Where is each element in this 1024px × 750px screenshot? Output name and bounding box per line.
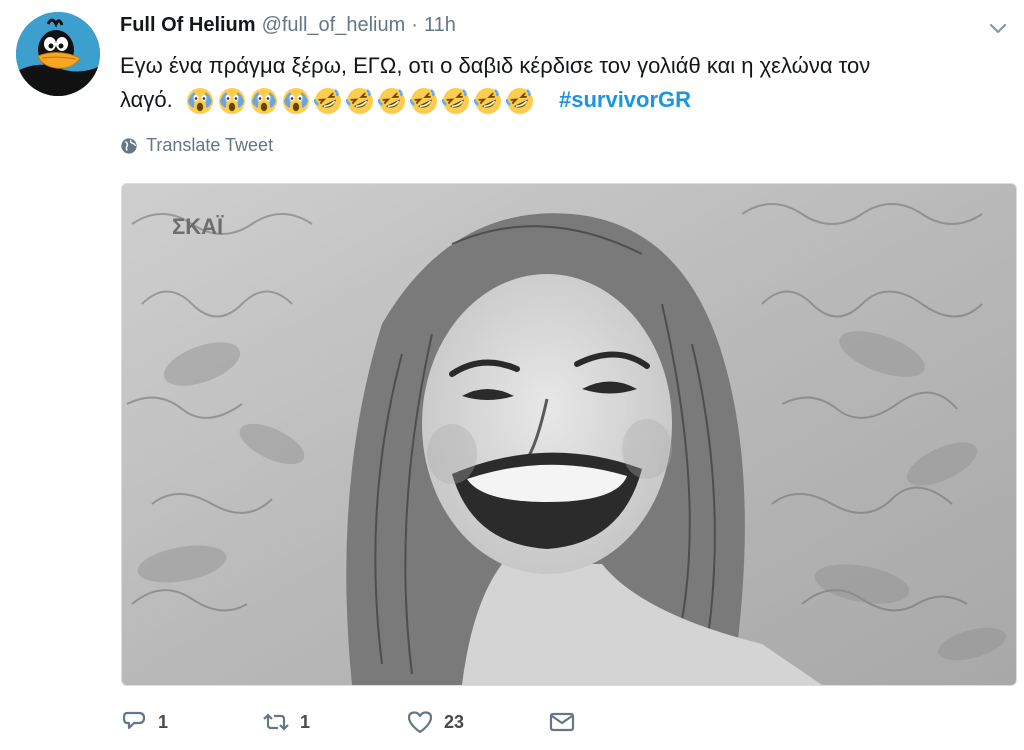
tweet-actions: 1 1 23: [120, 708, 1020, 742]
like-count: 23: [444, 711, 465, 732]
rofl-emoji-icon: [409, 88, 437, 115]
tweet-card: Full Of Helium @full_of_helium · 11h Εγω…: [0, 0, 1024, 750]
translate-tweet-link[interactable]: Translate Tweet: [120, 135, 273, 156]
tweet-text: Εγω ένα πράγμα ξέρω, ΕΓΩ, οτι ο δαβιδ κέ…: [120, 49, 1000, 117]
reply-count: 1: [158, 711, 169, 732]
rofl-emoji-icon: [345, 88, 373, 115]
emoji-row: [185, 86, 535, 116]
timestamp[interactable]: 11h: [424, 14, 456, 37]
scream-emoji-icon: [186, 88, 213, 115]
like-action[interactable]: 23: [406, 708, 464, 736]
scream-emoji-icon: [218, 88, 245, 115]
retweet-count: 1: [300, 711, 311, 732]
tweet-text-line-2: λαγό. #survivorGR: [120, 83, 1000, 117]
rofl-emoji-icon: [505, 88, 533, 115]
tweet-text-line-2-words: λαγό.: [120, 87, 173, 112]
envelope-icon: [549, 712, 575, 732]
scream-emoji-icon: [250, 88, 277, 115]
hashtag-link[interactable]: #survivorGR: [559, 87, 691, 112]
user-handle[interactable]: @full_of_helium: [262, 14, 406, 37]
rofl-emoji-icon: [473, 88, 501, 115]
reply-action[interactable]: 1: [120, 708, 168, 736]
tweet-media-photo[interactable]: ΣΚΑΪ: [121, 183, 1017, 686]
avatar[interactable]: [16, 12, 100, 96]
scream-emoji-icon: [282, 88, 309, 115]
globe-icon: [121, 137, 137, 154]
heart-icon: [407, 711, 433, 734]
reply-icon: [122, 711, 146, 730]
chevron-down-icon[interactable]: [986, 16, 1010, 40]
display-name[interactable]: Full Of Helium: [120, 14, 256, 37]
retweet-action[interactable]: 1: [262, 708, 310, 736]
direct-message-action[interactable]: [548, 708, 576, 736]
sketch-portrait-image: ΣΚΑΪ: [122, 184, 1016, 685]
retweet-icon: [263, 713, 289, 731]
rofl-emoji-icon: [441, 88, 469, 115]
separator-dot: ·: [411, 14, 418, 36]
daffy-duck-avatar-icon: [16, 12, 100, 96]
tweet-text-line-1: Εγω ένα πράγμα ξέρω, ΕΓΩ, οτι ο δαβιδ κέ…: [120, 53, 871, 78]
rofl-emoji-icon: [377, 88, 405, 115]
media-watermark: ΣΚΑΪ: [172, 214, 224, 239]
translate-label: Translate Tweet: [146, 135, 274, 155]
rofl-emoji-icon: [313, 88, 341, 115]
tweet-header: Full Of Helium @full_of_helium · 11h: [120, 14, 456, 40]
